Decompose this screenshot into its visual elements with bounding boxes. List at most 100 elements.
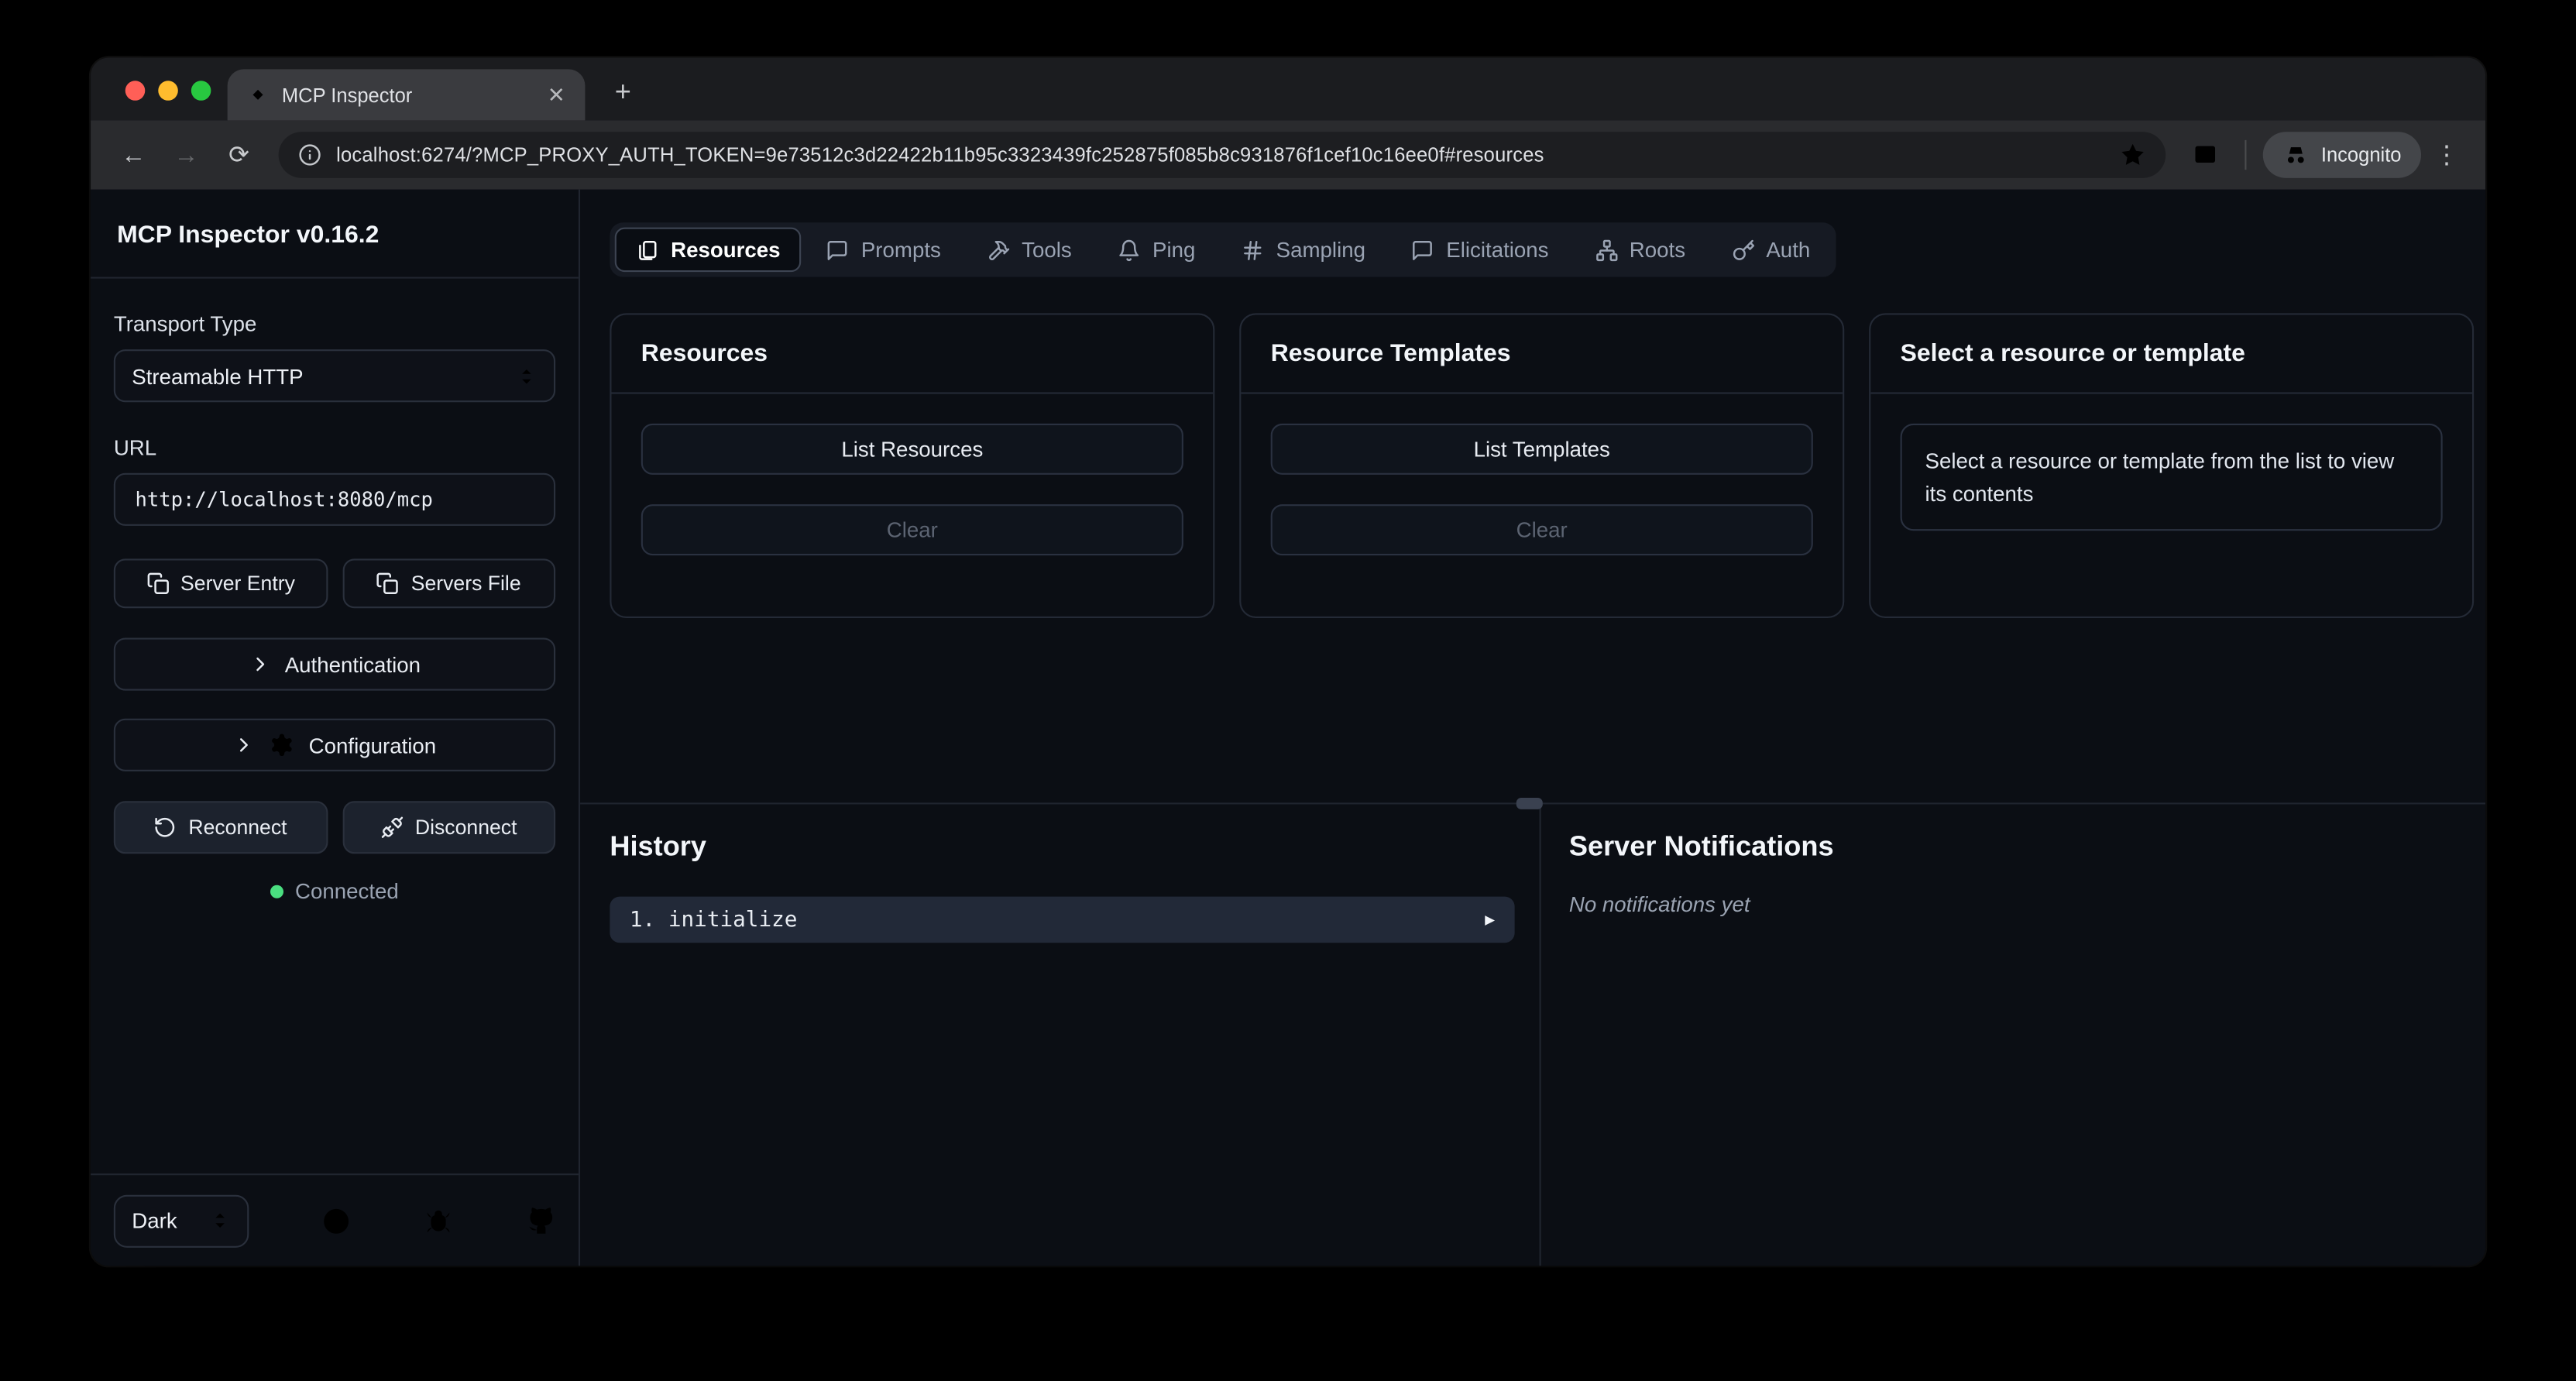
server-url-input[interactable] [132, 486, 537, 513]
transport-type-value: Streamable HTTP [132, 363, 303, 388]
tab-resources[interactable]: Resources [615, 228, 802, 272]
url-text[interactable]: localhost:6274/?MCP_PROXY_AUTH_TOKEN=9e7… [336, 143, 2105, 167]
authentication-toggle[interactable]: Authentication [114, 638, 555, 691]
clear-resources-button[interactable]: Clear [641, 504, 1183, 555]
browser-menu-icon[interactable]: ⋮ [2428, 140, 2466, 170]
resources-panel-title: Resources [611, 314, 1213, 393]
reload-button[interactable]: ⟳ [216, 132, 263, 178]
rotate-ccw-icon [154, 816, 177, 839]
chevrons-up-down-icon [209, 1210, 231, 1232]
server-entry-button[interactable]: Server Entry [114, 558, 328, 608]
tab-label: Sampling [1276, 237, 1365, 262]
tab-label: Tools [1022, 237, 1072, 262]
reconnect-button[interactable]: Reconnect [114, 801, 328, 854]
disconnect-button[interactable]: Disconnect [342, 801, 556, 854]
incognito-icon [2283, 142, 2310, 168]
sidebar-body: Transport Type Streamable HTTP URL [91, 311, 579, 903]
key-icon [1732, 238, 1755, 261]
bottom-split: History 1. initialize ▶ Server Notificat… [580, 802, 2485, 1266]
network-icon [1595, 238, 1618, 261]
resource-detail-panel: Select a resource or template Select a r… [1869, 313, 2474, 618]
browser-tabstrip: MCP Inspector ✕ + [91, 57, 2485, 120]
connection-status: Connected [114, 878, 555, 903]
tab-label: Auth [1766, 237, 1810, 262]
url-label: URL [114, 435, 555, 460]
history-item-label: 1. initialize [630, 907, 798, 932]
panels-row: Resources List Resources Clear Resource … [610, 313, 2474, 618]
notifications-title: Server Notifications [1569, 831, 2456, 864]
resource-templates-panel-body: List Templates Clear [1241, 394, 1843, 586]
hash-icon [1242, 238, 1265, 261]
chevrons-up-down-icon [516, 365, 538, 386]
tab-label: Elicitations [1446, 237, 1548, 262]
history-title: History [610, 831, 1514, 864]
bug-report-icon[interactable] [424, 1206, 453, 1235]
github-icon[interactable] [526, 1206, 555, 1235]
tab-elicitations[interactable]: Elicitations [1390, 228, 1570, 272]
main-area: Resources Prompts Tools Ping [580, 190, 2485, 1266]
resource-detail-panel-title: Select a resource or template [1870, 314, 2472, 393]
tab-tools[interactable]: Tools [966, 228, 1094, 272]
feature-tab-bar: Resources Prompts Tools Ping [610, 222, 1836, 277]
zoom-window-button[interactable] [191, 81, 211, 101]
transport-type-label: Transport Type [114, 311, 555, 336]
transport-type-select[interactable]: Streamable HTTP [114, 349, 555, 402]
server-entry-label: Server Entry [180, 572, 295, 595]
install-app-icon[interactable] [2183, 132, 2229, 178]
help-icon[interactable] [321, 1206, 351, 1235]
authentication-label: Authentication [285, 652, 421, 677]
list-resources-button[interactable]: List Resources [641, 424, 1183, 475]
browser-tab[interactable]: MCP Inspector ✕ [228, 69, 586, 120]
desktop-background: MCP Inspector ✕ + ← → ⟳ localhost:6274/?… [0, 0, 2576, 1381]
copy-icon [376, 572, 400, 595]
theme-value: Dark [132, 1208, 177, 1233]
chevron-right-icon [233, 733, 256, 757]
minimize-window-button[interactable] [158, 81, 178, 101]
history-item[interactable]: 1. initialize ▶ [610, 897, 1514, 943]
resource-templates-panel-title: Resource Templates [1241, 314, 1843, 393]
address-bar[interactable]: localhost:6274/?MCP_PROXY_AUTH_TOKEN=9e7… [279, 132, 2166, 178]
tab-ping[interactable]: Ping [1097, 228, 1217, 272]
configuration-toggle[interactable]: Configuration [114, 719, 555, 771]
list-templates-button[interactable]: List Templates [1271, 424, 1813, 475]
configuration-label: Configuration [309, 733, 437, 757]
app-content: MCP Inspector v0.16.2 Transport Type Str… [91, 190, 2485, 1266]
resource-detail-placeholder: Select a resource or template from the l… [1901, 424, 2443, 531]
bookmark-star-icon[interactable] [2120, 142, 2146, 168]
sidebar-footer: Dark [91, 1173, 579, 1266]
resource-detail-panel-body: Select a resource or template from the l… [1870, 394, 2472, 561]
tab-close-icon[interactable]: ✕ [541, 81, 572, 108]
copy-buttons-row: Server Entry Servers File [114, 558, 555, 608]
tab-favicon-icon [247, 84, 269, 106]
resources-panel: Resources List Resources Clear [610, 313, 1214, 618]
resources-panel-body: List Resources Clear [611, 394, 1213, 586]
hammer-icon [987, 238, 1010, 261]
close-window-button[interactable] [125, 81, 146, 101]
server-url-field[interactable] [114, 473, 555, 526]
notifications-empty-text: No notifications yet [1569, 891, 2456, 916]
reconnect-label: Reconnect [188, 816, 287, 839]
gear-icon [270, 732, 296, 758]
back-button[interactable]: ← [111, 132, 157, 178]
expand-arrow-icon[interactable]: ▶ [1485, 911, 1495, 929]
window-controls [125, 81, 211, 101]
clear-templates-button[interactable]: Clear [1271, 504, 1813, 555]
tab-label: Ping [1152, 237, 1195, 262]
theme-select[interactable]: Dark [114, 1194, 249, 1247]
status-label: Connected [295, 878, 399, 903]
chevron-right-icon [249, 653, 272, 676]
status-dot [270, 885, 283, 898]
tab-roots[interactable]: Roots [1573, 228, 1706, 272]
history-pane: History 1. initialize ▶ [580, 804, 1541, 1266]
message-square-icon [1412, 238, 1435, 261]
copy-icon [146, 572, 169, 595]
forward-button[interactable]: → [163, 132, 210, 178]
tab-prompts[interactable]: Prompts [805, 228, 962, 272]
new-tab-button[interactable]: + [602, 71, 644, 114]
bell-icon [1118, 238, 1141, 261]
servers-file-button[interactable]: Servers File [342, 558, 556, 608]
tab-sampling[interactable]: Sampling [1220, 228, 1386, 272]
splitter-grip[interactable] [1516, 798, 1543, 809]
site-info-icon[interactable] [298, 143, 321, 167]
tab-auth[interactable]: Auth [1710, 228, 1832, 272]
